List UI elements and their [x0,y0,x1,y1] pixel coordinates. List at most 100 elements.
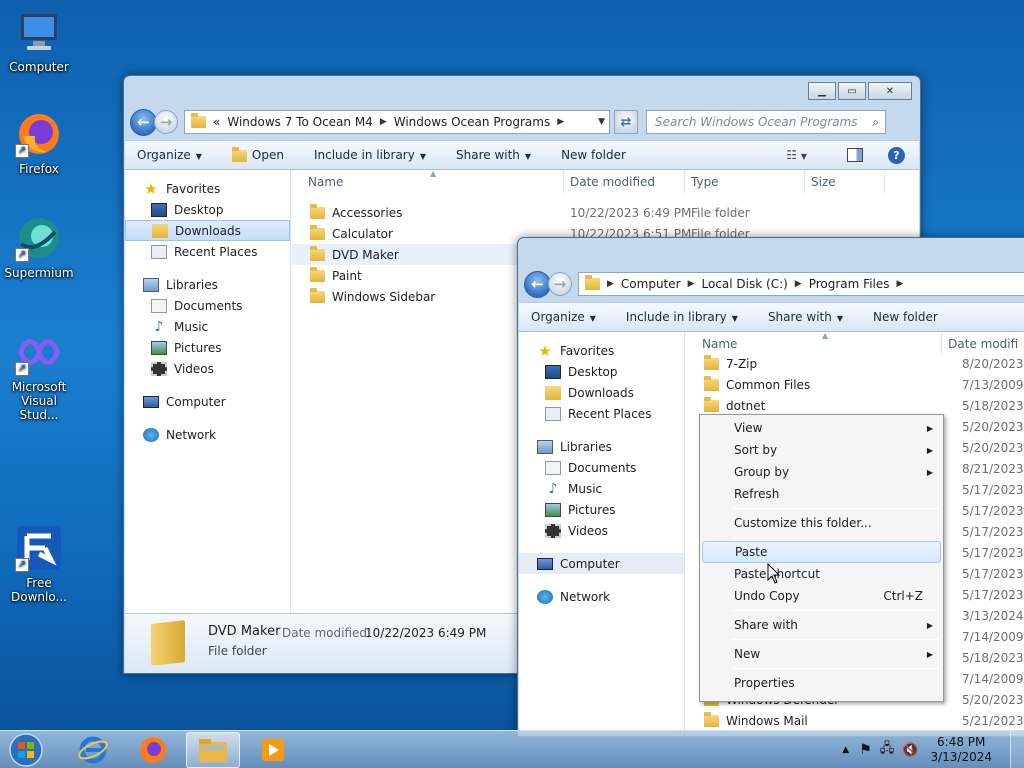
nav-desktop[interactable]: Desktop [125,199,290,220]
clock[interactable]: 6:48 PM 3/13/2024 [930,735,992,765]
back-button[interactable]: ← [524,270,551,298]
column-date-modified[interactable]: Date modified [564,170,685,194]
nav-network[interactable]: Network [125,424,290,445]
nav-libraries[interactable]: Libraries [125,274,290,295]
action-center-flag-icon[interactable]: ⚑ [859,742,872,758]
forward-button[interactable]: → [154,110,178,134]
nav-network[interactable]: Network [519,586,684,607]
list-item[interactable]: dotnet 5/18/2023 1 [686,395,1024,416]
nav-music[interactable]: ♪ Music [125,316,290,337]
menu-item-sort-by[interactable]: Sort by ▶ [702,439,941,461]
open-button[interactable]: Open [231,146,284,162]
desktop-icon-firefox[interactable]: ↗ Firefox [0,110,78,176]
title-bar[interactable] [518,238,1024,266]
taskbar: ▲ ⚑ 🖧 🔇 6:48 PM 3/13/2024 [0,730,1024,768]
desktop-icon-visual-studio[interactable]: ↗ Microsoft Visual Stud... [0,328,78,422]
share-with-button[interactable]: Share with ▼ [768,310,843,324]
menu-item-customize[interactable]: Customize this folder... [702,512,941,534]
menu-item-properties[interactable]: Properties [702,672,941,694]
menu-item-paste-shortcut[interactable]: Paste shortcut [702,563,941,585]
nav-pictures[interactable]: Pictures [519,499,684,520]
nav-computer[interactable]: Computer [519,553,684,574]
menu-item-paste[interactable]: Paste [702,541,941,563]
breadcrumb-segment[interactable]: Local Disk (C:) [702,277,788,291]
desktop-icon-supermium[interactable]: ↗ Supermium [0,214,78,280]
address-dropdown-icon[interactable]: ▼ [598,117,605,127]
nav-downloads[interactable]: Downloads [125,220,290,241]
nav-favorites[interactable]: ★ Favorites [519,340,684,361]
minimize-button[interactable]: ▁ [808,82,836,100]
nav-videos[interactable]: Videos [125,358,290,379]
list-item[interactable]: Accessories 10/22/2023 6:49 PM File fold… [292,202,919,223]
breadcrumb-arrow-icon[interactable]: ▶ [688,279,695,289]
list-item[interactable]: Common Files 7/13/2009 1 [686,374,1024,395]
breadcrumb-arrow-icon[interactable]: ▶ [607,279,614,289]
nav-videos[interactable]: Videos [519,520,684,541]
preview-pane-icon[interactable] [847,148,863,162]
column-name[interactable]: Name [292,170,564,194]
help-icon[interactable]: ? [888,146,905,164]
menu-item-share-with[interactable]: Share with ▶ [702,614,941,636]
title-bar[interactable] [124,76,920,104]
taskbar-windows-explorer[interactable] [186,731,240,768]
organize-button[interactable]: Organize ▼ [137,148,202,162]
nav-desktop[interactable]: Desktop [519,361,684,382]
nav-downloads[interactable]: Downloads [519,382,684,403]
nav-documents[interactable]: Documents [125,295,290,316]
organize-button[interactable]: Organize ▼ [531,310,596,324]
refresh-button[interactable]: ⇄ [614,110,638,134]
breadcrumb-arrow-icon[interactable]: ▶ [795,279,802,289]
list-item-name: Common Files [726,377,811,392]
share-with-button[interactable]: Share with ▼ [456,148,531,162]
nav-favorites[interactable]: ★ Favorites [125,178,290,199]
menu-item-group-by[interactable]: Group by ▶ [702,461,941,483]
nav-documents[interactable]: Documents [519,457,684,478]
search-box[interactable]: Search Windows Ocean Programs ⌕ [646,110,886,134]
close-button[interactable]: ✕ [868,82,912,100]
view-options-icon[interactable]: ☷ ▼ [786,148,807,162]
new-folder-button[interactable]: New folder [873,310,938,324]
nav-pictures[interactable]: Pictures [125,337,290,358]
nav-music[interactable]: ♪ Music [519,478,684,499]
breadcrumb-arrow-icon[interactable]: ▶ [380,117,387,127]
taskbar-firefox[interactable] [126,732,180,768]
breadcrumb-segment[interactable]: Program Files [809,277,890,291]
forward-button[interactable]: → [548,272,572,296]
new-folder-button[interactable]: New folder [561,148,626,162]
context-menu[interactable]: View ▶ Sort by ▶ Group by ▶ Refresh Customi… [699,414,944,702]
column-size[interactable]: Size [805,170,885,194]
network-tray-icon[interactable]: 🖧 [880,739,895,761]
include-in-library-button[interactable]: Include in library ▼ [314,148,426,162]
nav-recent-places[interactable]: Recent Places [519,403,684,424]
breadcrumb-segment[interactable]: Computer [621,277,681,291]
menu-item-refresh[interactable]: Refresh [702,483,941,505]
start-button[interactable] [4,731,48,768]
breadcrumb-arrow-icon[interactable]: ▶ [557,117,564,127]
address-bar[interactable]: « Windows 7 To Ocean M4 ▶ Windows Ocean … [184,110,610,134]
folder-icon [191,113,206,128]
nav-libraries[interactable]: Libraries [519,436,684,457]
address-bar[interactable]: ▶ Computer ▶ Local Disk (C:) ▶ Program F… [578,272,1024,296]
volume-muted-icon[interactable]: 🔇 [902,743,918,758]
desktop-icon-computer[interactable]: Computer [0,8,78,74]
nav-recent-places[interactable]: Recent Places [125,241,290,262]
breadcrumb-segment[interactable]: Windows 7 To Ocean M4 [227,115,372,129]
nav-computer[interactable]: Computer [125,391,290,412]
back-button[interactable]: ← [130,108,157,136]
breadcrumb-segment[interactable]: Windows Ocean Programs [394,115,550,129]
taskbar-internet-explorer[interactable] [66,732,120,768]
breadcrumb-arrow-icon[interactable]: ▶ [897,279,904,289]
list-item[interactable]: 7-Zip 8/20/2023 1 [686,353,1024,374]
maximize-button[interactable]: ▭ [838,82,866,100]
menu-item-undo-copy[interactable]: Undo Copy Ctrl+Z [702,585,941,607]
taskbar-media-player[interactable] [246,732,300,768]
column-type[interactable]: Type [685,170,805,194]
list-item[interactable]: Windows Mail 5/21/2023 1 [686,710,1024,731]
menu-item-new[interactable]: New ▶ [702,643,941,665]
show-hidden-icons-icon[interactable]: ▲ [842,745,849,755]
show-desktop-button[interactable] [1010,731,1024,768]
include-in-library-button[interactable]: Include in library ▼ [626,310,738,324]
desktop-icon-free-download-manager[interactable]: ↗ Free Downlo... [0,524,78,604]
breadcrumb-overflow[interactable]: « [213,115,220,129]
menu-item-view[interactable]: View ▶ [702,417,941,439]
